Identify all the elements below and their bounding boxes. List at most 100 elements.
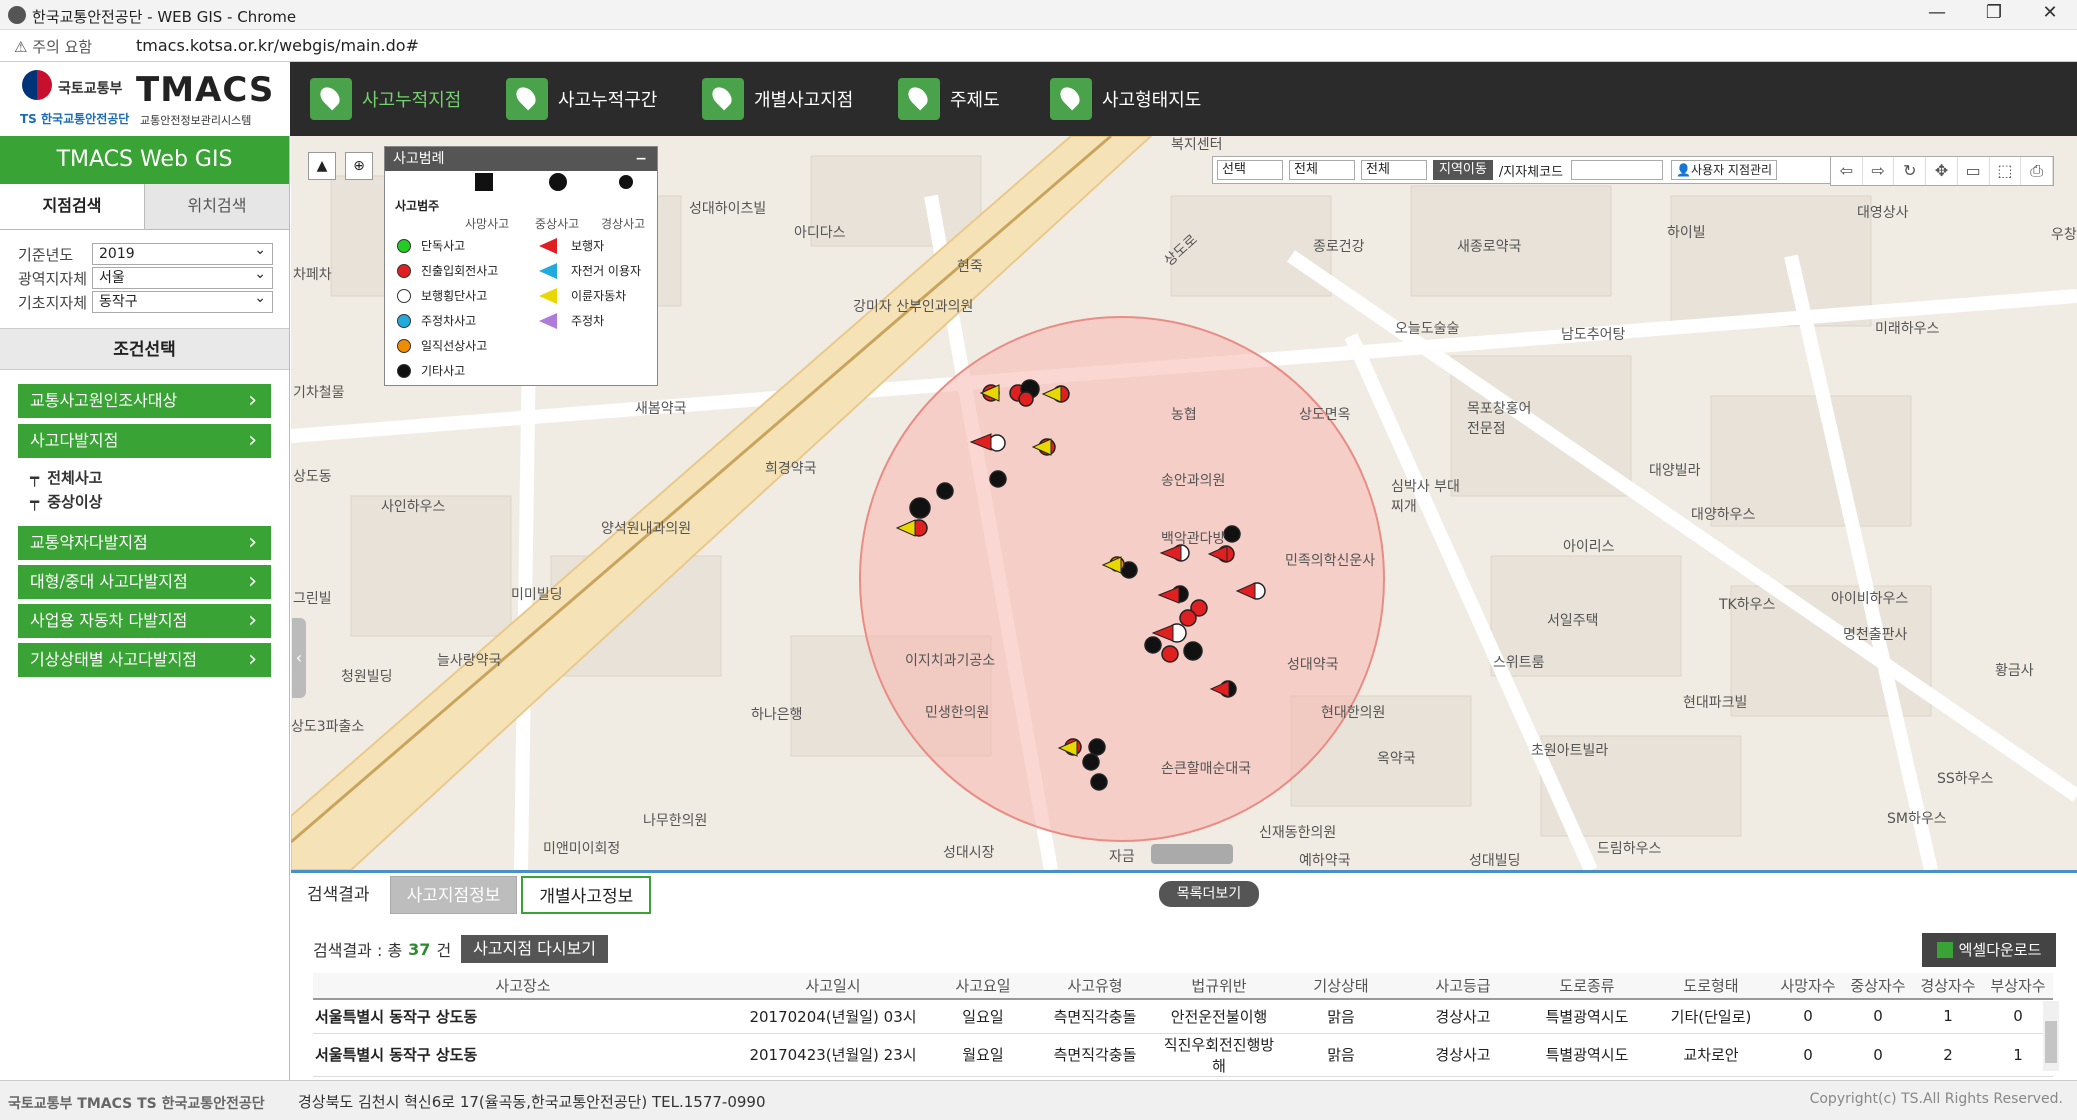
- sub-serious[interactable]: ┯ 중상이상: [30, 490, 289, 514]
- nav-accumulated-points[interactable]: 사고누적지점: [310, 76, 461, 122]
- white-dot-icon: [397, 288, 411, 303]
- col-header[interactable]: 도로형태: [1649, 973, 1773, 1000]
- blue-triangle-icon: [539, 262, 557, 279]
- col-header[interactable]: 도로종류: [1525, 973, 1649, 1000]
- tab-individual-accident-info[interactable]: 개별사고정보: [521, 876, 652, 914]
- table-header-row: 사고장소 사고일시 사고요일 사고유형 법규위반 기상상태 사고등급 도로종류 …: [313, 973, 2053, 1000]
- region-select-1[interactable]: 선택: [1217, 160, 1283, 180]
- ministry-emblem-icon: [22, 70, 52, 100]
- results-scrollbar[interactable]: [2043, 1001, 2059, 1071]
- cond-commercial-button[interactable]: 사업용 자동차 다발지점: [18, 604, 271, 638]
- ministry-name: 국토교통부: [58, 81, 123, 97]
- forward-arrow-icon[interactable]: ⇨: [1863, 157, 1895, 185]
- measure-icon[interactable]: ▭: [1958, 157, 1990, 185]
- map-pin-icon: [310, 78, 352, 120]
- nav-theme-map[interactable]: 주제도: [898, 76, 1000, 122]
- footer-copyright: Copyright(c) TS.All Rights Reserved.: [1809, 1091, 2063, 1107]
- close-window-button[interactable]: ✕: [2030, 2, 2070, 23]
- code-input[interactable]: [1571, 160, 1664, 180]
- col-header[interactable]: 법규위반: [1157, 973, 1281, 1000]
- table-row[interactable]: 서울특별시 동작구 상도동 20170423(년월일) 23시 월요일 측면직각…: [313, 1033, 2053, 1077]
- print-icon[interactable]: ⎙: [2021, 157, 2054, 185]
- map-label: 초원아트빌라: [1531, 743, 1609, 759]
- excel-download-button[interactable]: 엑셀다운로드: [1922, 933, 2056, 967]
- scrollbar-thumb[interactable]: [2045, 1021, 2057, 1063]
- cond-vulnerable-button[interactable]: 교통약자다발지점: [18, 526, 271, 560]
- region-move-button[interactable]: 지역이동: [1433, 160, 1493, 180]
- sidebar-collapse-button[interactable]: ‹: [292, 618, 306, 698]
- cond-major-button[interactable]: 대형/중대 사고다발지점: [18, 565, 271, 599]
- legend-label: 주정차: [571, 314, 605, 328]
- refresh-icon[interactable]: ↻: [1894, 157, 1927, 185]
- map-label: 성대하이츠빌: [689, 201, 767, 217]
- reshow-points-button[interactable]: 사고지점 다시보기: [461, 935, 609, 963]
- nav-accumulated-sections[interactable]: 사고누적구간: [506, 76, 657, 122]
- more-list-button[interactable]: 목록더보기: [1159, 881, 1259, 907]
- result-suffix: 건: [436, 941, 452, 960]
- sidebar: TMACS Web GIS 지점검색 위치검색 기준년도 2019 광역지자체서울…: [0, 136, 290, 1080]
- region-select[interactable]: 서울: [92, 264, 273, 289]
- col-header[interactable]: 부상자수: [1983, 973, 2053, 1000]
- col-header[interactable]: 사고등급: [1401, 973, 1525, 1000]
- cond-frequent-points-button[interactable]: 사고다발지점: [18, 424, 271, 458]
- table-cell: 서울특별시 동작구 상도동: [313, 1033, 733, 1077]
- tab-accident-point-info[interactable]: 사고지점정보: [389, 876, 518, 914]
- pan-icon[interactable]: ✥: [1926, 157, 1958, 185]
- legend-minimize-button[interactable]: −: [635, 147, 647, 171]
- table-cell: 월요일: [933, 1033, 1033, 1077]
- col-header[interactable]: 경상자수: [1913, 973, 1983, 1000]
- legend-header: 사고범례 −: [385, 147, 657, 171]
- col-header[interactable]: 기상상태: [1281, 973, 1401, 1000]
- col-header[interactable]: 중상자수: [1843, 973, 1913, 1000]
- district-select[interactable]: 동작구: [92, 288, 273, 313]
- back-arrow-icon[interactable]: ⇦: [1831, 157, 1863, 185]
- url-text[interactable]: tmacs.kotsa.or.kr/webgis/main.do#: [136, 36, 419, 55]
- security-warning[interactable]: ⚠ 주의 요함: [14, 36, 92, 57]
- col-header[interactable]: 사고장소: [313, 973, 733, 1000]
- severity-minor: 경상사고: [601, 217, 646, 231]
- map-label: 농협: [1171, 407, 1197, 423]
- theme-map-icon: [898, 78, 940, 120]
- address-bar[interactable]: ⚠ 주의 요함 tmacs.kotsa.or.kr/webgis/main.do…: [0, 30, 2077, 62]
- table-cell: 특별광역시도: [1525, 1033, 1649, 1077]
- col-header[interactable]: 사망자수: [1773, 973, 1843, 1000]
- map-label: 아이리스: [1563, 539, 1615, 555]
- map-label: 우창빌라: [2051, 227, 2077, 243]
- legend-turn: 진출입회전사고: [397, 262, 498, 279]
- nav-individual-points[interactable]: 개별사고지점: [702, 76, 853, 122]
- col-header[interactable]: 사고요일: [933, 973, 1033, 1000]
- region-select-2[interactable]: 전체: [1289, 160, 1355, 180]
- year-select[interactable]: 2019: [92, 240, 273, 265]
- tab-location-search[interactable]: 위치검색: [145, 184, 289, 229]
- col-header[interactable]: 사고일시: [733, 973, 933, 1000]
- cond-weather-button[interactable]: 기상상태별 사고다발지점: [18, 643, 271, 677]
- table-cell: 맑음: [1281, 1033, 1401, 1077]
- map-label: 새봄약국: [635, 401, 687, 417]
- minimize-button[interactable]: —: [1917, 2, 1957, 23]
- region-select-3[interactable]: 전체: [1361, 160, 1427, 180]
- table-row[interactable]: 서울특별시 동작구 상도동 20170204(년월일) 03시 일요일 측면직각…: [313, 999, 2053, 1034]
- map-label: 서일주택: [1547, 613, 1599, 629]
- legend-bicycle: 자전거 이용자: [539, 262, 641, 279]
- globe-icon[interactable]: ⊕: [345, 152, 373, 180]
- tab-point-search[interactable]: 지점검색: [0, 184, 145, 229]
- accident-cluster-circle[interactable]: [859, 316, 1385, 842]
- col-header[interactable]: 사고유형: [1033, 973, 1157, 1000]
- table-cell: 0: [1773, 1033, 1843, 1077]
- severity-fatal: 사망사고: [465, 217, 510, 231]
- nav-accident-type-map[interactable]: 사고형태지도: [1050, 76, 1201, 122]
- map-label: 심박사 부대찌개: [1391, 479, 1460, 515]
- tab-search-results[interactable]: 검색결과: [291, 876, 386, 914]
- legend-other: 기타사고: [397, 362, 465, 379]
- results-table: 사고장소 사고일시 사고요일 사고유형 법규위반 기상상태 사고등급 도로종류 …: [313, 973, 2053, 1077]
- brand-logo[interactable]: 국토교통부 TS 한국교통안전공단 TMACS 교통안전정보관리시스템: [0, 62, 290, 136]
- map-label: 아디다스: [794, 225, 846, 241]
- sub-all-accidents[interactable]: ┯ 전체사고: [30, 466, 289, 490]
- mountain-icon[interactable]: ▲: [308, 152, 336, 180]
- cond-cause-investigation-button[interactable]: 교통사고원인조사대상: [18, 384, 271, 418]
- user-point-button[interactable]: 👤사용자 지점관리: [1671, 160, 1778, 180]
- select-icon[interactable]: ⬚: [1990, 157, 2022, 185]
- map-label: 상도면옥: [1299, 407, 1351, 423]
- maximize-button[interactable]: ❐: [1974, 2, 2014, 23]
- table-cell: 기타(단일로): [1649, 999, 1773, 1034]
